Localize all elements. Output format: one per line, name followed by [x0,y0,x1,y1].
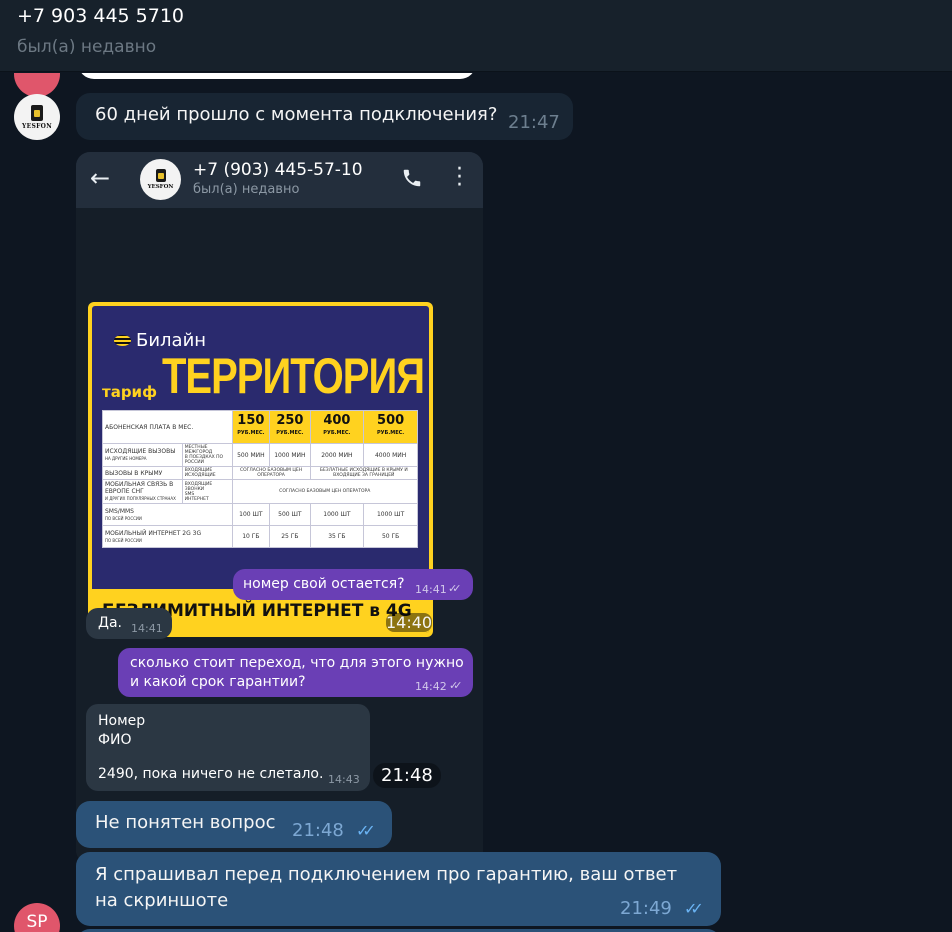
note-cell: СОГЛАСНО БАЗОВЫМ ЦЕН ОПЕРАТОРА [231,466,311,480]
more-icon: · · · [456,157,463,198]
promo-brand: Билайн [136,330,207,351]
beeline-logo: Билайн [114,330,206,351]
sim-card-icon [31,104,43,121]
sim-card-icon [155,169,166,182]
screenshot-message-time: 14:41 [415,583,447,596]
price-cell: 250 РУБ.МЕС. [269,410,311,444]
back-arrow-icon: ← [90,164,111,192]
row-label: ИСХОДЯЩИЕ ВЫЗОВЫ НА ДРУГИЕ НОМЕРА [102,443,183,467]
promo-tarif-name: ТЕРРИТОРИЯ [162,349,425,404]
chat-header[interactable]: +7 903 445 5710 был(а) недавно [0,0,952,72]
chat-title: +7 903 445 5710 [17,5,185,27]
screenshot-message-text: номер свой остается? [243,576,405,592]
message-text: 60 дней прошло с момента подключения? [95,104,498,125]
fee-label: АБОНЕНСКАЯ ПЛАТА В МЕС. [102,410,233,444]
row-sub: МЕСТНЫЕ МЕЖГОРОД В ПОЕЗДКАХ ПО РОССИИ [181,443,233,467]
message-bubble[interactable]: Не понятен вопрос 21:48 ✓✓ [76,801,392,848]
screenshot-message: сколько стоит переход, что для этого нуж… [118,648,473,697]
message-bubble[interactable]: Я спрашивал перед подключением про гаран… [76,852,721,926]
image-time: 14:40 [386,613,433,632]
image-message-time: 21:48 [373,763,441,788]
row-sub: ВХОДЯЩИЕ ЗВОНКИ SMS ИНТЕРНЕТ [181,479,233,504]
gb-cell: 25 ГБ [269,525,311,548]
screenshot-message: Да. 14:41 [86,608,172,639]
row-label: ВЫЗОВЫ В КРЫМУ [102,466,183,480]
message-bubble[interactable]: 60 дней прошло с момента подключения? 21… [76,93,573,140]
minutes-cell: 500 МИН [231,443,271,467]
message-time: 21:47 [508,112,560,133]
gb-cell: 10 ГБ [231,525,271,548]
double-check-icon: ✓✓ [448,582,462,595]
message-list[interactable]: YESFON 60 дней прошло с момента подключе… [0,73,952,932]
screenshot-message-time: 14:41 [131,622,163,635]
screenshot-message-time: 14:42 [415,680,447,693]
note-cell: СОГЛАСНО БАЗОВЫМ ЦЕН ОПЕРАТОРА [231,479,419,504]
row-sub: ВХОДЯЩИЕ ИСХОДЯЩИЕ [181,466,233,480]
screenshot-status: был(а) недавно [193,182,300,197]
screenshot-message: Номер ФИО 2490, пока ничего не слетало. … [86,704,370,791]
row-label: МОБИЛЬНЫЙ ИНТЕРНЕТ 2G 3G ПО ВСЕЙ РОССИИ [102,525,233,548]
screenshot-message-text: 2490, пока ничего не слетало. [98,766,324,782]
gb-cell: 50 ГБ [363,525,418,548]
row-label: SMS/MMS ПО ВСЕЙ РОССИИ [102,503,233,526]
sms-cell: 100 ШТ [231,503,271,526]
price-cell: 150 РУБ.МЕС. [231,410,271,444]
avatar-brand: YESFON [147,184,174,190]
contact-avatar[interactable]: YESFON [14,94,60,140]
price-cell: 500 РУБ.МЕС. [363,410,418,444]
beeline-icon [114,335,131,346]
screenshot-message-text: Номер ФИО [98,713,146,748]
double-check-icon: ✓✓ [684,899,704,918]
screenshot-avatar: YESFON [140,159,181,200]
message-text: Не понятен вопрос [95,812,276,833]
sms-cell: 500 ШТ [269,503,311,526]
chat-status: был(а) недавно [17,37,157,57]
screenshot-header: ← YESFON +7 (903) 445-57-10 был(а) недав… [76,152,483,208]
sms-cell: 1000 ШТ [309,503,365,526]
double-check-icon: ✓✓ [449,679,463,692]
promo-tarif-label: тариф [102,383,157,401]
screenshot-message: номер свой остается? 14:41 ✓✓ [233,569,473,600]
message-bubble[interactable] [78,73,476,79]
screenshot-image[interactable]: ← YESFON +7 (903) 445-57-10 был(а) недав… [76,152,483,864]
minutes-cell: 2000 МИН [309,443,365,467]
note-cell: БЕЗЛАТНЫЕ ИСХОДЯЩИЕ В КРЫМУ И ВХОДЯЩИЕ З… [309,466,419,480]
screenshot-message-text: Да. [98,615,122,631]
screenshot-message-time: 14:43 [328,773,360,786]
double-check-icon: ✓✓ [356,821,376,840]
message-time: 21:49 [620,898,672,919]
row-label: МОБИЛЬНАЯ СВЯЗЬ В ЕВРОПЕ СНГ И ДРУГИХ ПОП… [102,479,183,504]
phone-icon [403,169,421,187]
avatar-brand: YESFON [22,122,52,130]
user-avatar[interactable]: SP [14,903,60,932]
minutes-cell: 4000 МИН [363,443,418,467]
screenshot-title: +7 (903) 445-57-10 [193,160,363,180]
tariff-table: АБОНЕНСКАЯ ПЛАТА В МЕС. 150 РУБ.МЕС. 250 Р… [102,410,419,548]
gb-cell: 35 ГБ [309,525,365,548]
sms-cell: 1000 ШТ [363,503,418,526]
message-time: 21:48 [292,820,344,841]
minutes-cell: 1000 МИН [269,443,311,467]
price-cell: 400 РУБ.МЕС. [309,410,365,444]
message-text: Я спрашивал перед подключением про гаран… [95,864,678,911]
